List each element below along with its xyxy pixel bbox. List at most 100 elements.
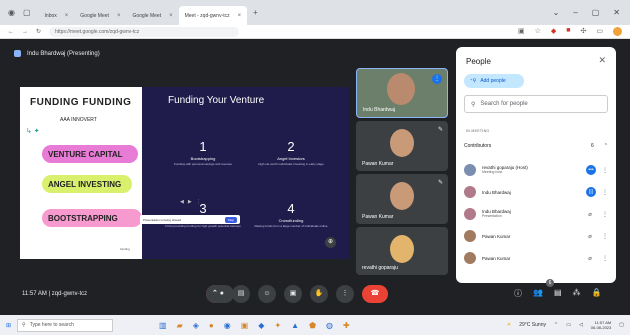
app-icon[interactable]: ●	[209, 321, 214, 330]
camera-icon[interactable]: ▣	[518, 27, 525, 36]
host-controls-icon[interactable]: 🔒	[592, 288, 602, 299]
participant-tile[interactable]: ✎ Pawan Kumar	[356, 174, 448, 224]
list-item[interactable]: Indu Bhardwaj ||| ⋮	[464, 181, 608, 203]
chevron-up-icon[interactable]: ⌃	[554, 322, 558, 328]
browser-tab-1[interactable]: Inbox ×	[39, 6, 75, 25]
mic-off-icon[interactable]: ⌀	[584, 211, 596, 218]
app-icon[interactable]: ✚	[343, 321, 350, 330]
contributors-header[interactable]: Contributors 6 ⌃	[464, 140, 608, 152]
cell-title: Angel Investors	[277, 156, 305, 161]
mic-off-icon: ✎	[437, 180, 443, 186]
mic-button[interactable]: ⌃ ●	[206, 285, 234, 303]
new-tab-icon[interactable]: +	[253, 8, 258, 17]
presenting-label: Indu Bhardwaj (Presenting)	[27, 50, 100, 57]
chevron-up-icon[interactable]: ⌃	[604, 143, 608, 149]
add-person-icon: ⁺⚲	[470, 78, 477, 84]
back-icon[interactable]: ←	[8, 29, 14, 35]
close-window-icon[interactable]: ✕	[613, 8, 620, 17]
meeting-time-code: 11:57 AM | zqd-gwnv-tcz	[22, 291, 88, 297]
star-icon[interactable]: ☆	[535, 27, 541, 36]
close-icon[interactable]: ×	[169, 13, 173, 19]
list-item[interactable]: Pawan Kumar ⌀ ⋮	[464, 247, 608, 269]
stop-sharing-button[interactable]: Stop	[224, 216, 237, 223]
volume-icon[interactable]: ◁	[579, 322, 583, 328]
participant-tile[interactable]: ✎ Pawan Kumar	[356, 121, 448, 171]
close-icon[interactable]: ×	[238, 13, 242, 19]
more-options-icon[interactable]: •••	[586, 165, 596, 175]
participant-name: Pawan Kumar	[482, 233, 511, 239]
notifications-icon[interactable]: ▢	[619, 322, 624, 328]
kebab-icon[interactable]: ⋮	[602, 167, 608, 174]
emoji-button[interactable]: ☺	[258, 285, 276, 303]
app-icon[interactable]: ▲	[291, 321, 299, 330]
add-people-button[interactable]: ⁺⚲ Add people	[464, 74, 524, 88]
people-search-input[interactable]: ⚲ Search for people	[464, 95, 608, 113]
avatar	[464, 164, 476, 176]
app-icon[interactable]: ◈	[193, 321, 199, 330]
forward-icon[interactable]: →	[22, 29, 28, 35]
mic-off-icon[interactable]: ⌀	[584, 233, 596, 240]
info-icon[interactable]: ⓘ	[514, 288, 522, 299]
close-icon[interactable]: ✕	[598, 55, 606, 66]
participant-list: revathi goparaju (Host) Meeting host ••• …	[464, 159, 608, 269]
avatar[interactable]	[613, 27, 622, 36]
slide-title: Funding Your Venture	[168, 95, 265, 106]
app-icon[interactable]: ◆	[258, 321, 264, 330]
minimize-icon[interactable]: –	[573, 8, 577, 17]
kebab-icon[interactable]: ⋮	[602, 255, 608, 262]
taskbar-search[interactable]: ⚲ Type here to search	[17, 318, 114, 332]
meeting-controls: ⌃ ● ▣ ▤ ☺ ▣ ✋ ⋮ ☎	[206, 285, 388, 303]
zoom-icon[interactable]: ⊕	[325, 237, 336, 248]
captions-button[interactable]: ▤	[232, 285, 250, 303]
reload-icon[interactable]: ↻	[36, 28, 41, 35]
tab-search-icon[interactable]: ▢	[23, 8, 31, 17]
close-icon[interactable]: ×	[117, 13, 121, 19]
app-icon[interactable]: ▥	[159, 321, 167, 330]
taskbar-apps: ▥ ▰ ◈ ● ◉ ▣ ◆ ✦ ▲ ⬟ ◍ ✚	[159, 321, 350, 330]
sidebar-icon[interactable]: ▭	[596, 27, 603, 36]
raise-hand-button[interactable]: ✋	[310, 285, 328, 303]
activities-icon[interactable]: ⁂	[573, 288, 581, 299]
extension-icon[interactable]: ◆	[551, 27, 556, 36]
browser-tab-3[interactable]: Google Meet ×	[126, 6, 178, 25]
taskbar-clock[interactable]: 11:57 AM 06-08-2023	[591, 320, 611, 330]
puzzle-icon[interactable]: ✣	[581, 27, 587, 36]
chevron-down-icon[interactable]: ⌄	[553, 8, 560, 17]
leave-call-button[interactable]: ☎	[362, 285, 388, 303]
app-icon[interactable]: ◉	[224, 321, 231, 330]
list-item[interactable]: Indu Bhardwaj Presentation ⌀ ⋮	[464, 203, 608, 225]
people-icon[interactable]: 👥	[533, 288, 543, 299]
next-slide-icon[interactable]: ▶	[188, 199, 192, 205]
participant-tile[interactable]: ⋮ Indu Bhardwaj	[356, 68, 448, 118]
prev-slide-icon[interactable]: ◀	[180, 199, 184, 205]
list-item[interactable]: revathi goparaju (Host) Meeting host ••• …	[464, 159, 608, 181]
browser-tab-4[interactable]: Meet - zqd-gwnv-tcz ×	[178, 6, 248, 25]
taskbar-search-placeholder: Type here to search	[29, 322, 74, 328]
windows-icon[interactable]: ⊞	[6, 322, 11, 329]
kebab-icon[interactable]: ⋮	[602, 189, 608, 196]
app-icon[interactable]: ▣	[241, 321, 249, 330]
app-icon[interactable]: ◍	[326, 321, 333, 330]
participant-tile[interactable]: revathi goparaju	[356, 227, 448, 275]
url-field[interactable]: https://meet.google.com/zqd-gwnv-tcz	[49, 26, 240, 37]
extension-icon[interactable]: ■	[566, 27, 570, 36]
network-icon[interactable]: ▭	[566, 322, 571, 328]
taskbar: ⊞ ⚲ Type here to search ▥ ▰ ◈ ● ◉ ▣ ◆ ✦ …	[0, 315, 630, 335]
browser-tab-2[interactable]: Google Meet ×	[74, 6, 126, 25]
close-icon[interactable]: ×	[65, 13, 69, 19]
app-icon[interactable]: ⬟	[309, 321, 316, 330]
contributors-count: 6	[591, 143, 594, 149]
kebab-icon[interactable]: ⋮	[602, 211, 608, 218]
maximize-icon[interactable]: ▢	[592, 8, 600, 17]
chat-icon[interactable]: ▤	[554, 288, 562, 299]
app-icon[interactable]: ✦	[274, 321, 281, 330]
list-item[interactable]: Pawan Kumar ⌀ ⋮	[464, 225, 608, 247]
more-icon[interactable]: ⋮	[196, 199, 201, 205]
kebab-icon[interactable]: ⋮	[602, 233, 608, 240]
present-button[interactable]: ▣	[284, 285, 302, 303]
search-icon: ⚲	[471, 101, 476, 108]
profile-icon[interactable]: ◉	[8, 8, 15, 17]
more-options-button[interactable]: ⋮	[336, 285, 354, 303]
mic-off-icon[interactable]: ⌀	[584, 255, 596, 262]
folder-icon[interactable]: ▰	[177, 321, 183, 330]
